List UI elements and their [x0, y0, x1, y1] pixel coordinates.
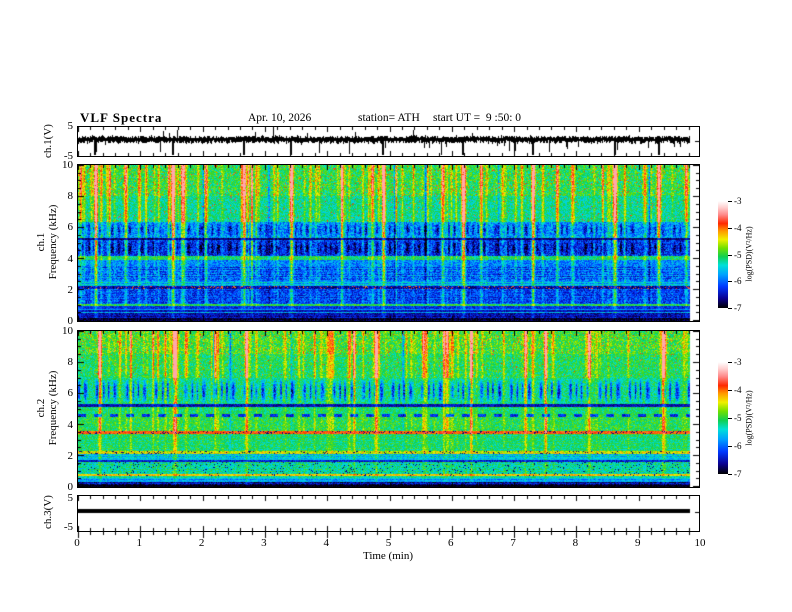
- x-tick-label: 8: [572, 537, 579, 549]
- panel-ch1-spectrogram: [77, 164, 700, 322]
- colorbar-tick-label: -7: [734, 469, 742, 479]
- x-tick-label: 9: [634, 537, 641, 549]
- s1-ytick-label: 8: [67, 190, 74, 203]
- colorbar-tick: [728, 308, 732, 309]
- axis-label-line: Frequency (kHz): [47, 204, 59, 280]
- colorbar-tick-label: -5: [734, 413, 742, 423]
- s1-ytick-label: 2: [67, 283, 74, 296]
- ch3-wave-ytick-label: 5: [67, 491, 74, 504]
- ch2-spectrogram-canvas: [78, 331, 699, 487]
- time-axis-label: Time (min): [362, 550, 413, 562]
- colorbar-tick-label: -3: [734, 196, 742, 206]
- colorbar-ch1: [718, 201, 728, 308]
- x-tick-label: 10: [694, 537, 706, 549]
- colorbar-tick-label: -4: [734, 385, 742, 395]
- colorbar-tick-label: -7: [734, 303, 742, 313]
- s1-ytick-label: 4: [67, 252, 74, 265]
- x-tick-label: 1: [136, 537, 143, 549]
- header-start-ut: start UT = 9 :50: 0: [433, 112, 522, 124]
- s2-ytick-label: 4: [67, 418, 74, 431]
- colorbar-tick: [728, 255, 732, 256]
- colorbar-tick: [728, 201, 732, 202]
- x-tick-label: 5: [385, 537, 392, 549]
- axis-label-line: ch.1: [35, 232, 47, 252]
- header-date: Apr. 10, 2026: [248, 112, 312, 124]
- x-tick-label: 0: [74, 537, 80, 549]
- ch1-wave-ytick-label: 5: [67, 120, 74, 132]
- colorbar-ch2-label: log(PSD)(V²/Hz): [744, 390, 754, 446]
- colorbar-tick-label: -3: [734, 357, 742, 367]
- ch1-waveform-canvas: [78, 127, 699, 156]
- s2-ytick-label: 8: [67, 356, 74, 369]
- colorbar-tick: [728, 362, 732, 363]
- colorbar-tick-label: -4: [734, 223, 742, 233]
- header-station: station= ATH: [358, 112, 420, 124]
- x-tick-label: 2: [198, 537, 205, 549]
- panel-ch2-spectrogram: [77, 330, 700, 488]
- ch1-frequency-axis-label: ch.1 Frequency (kHz): [35, 205, 59, 280]
- colorbar-tick-label: -5: [734, 250, 742, 260]
- colorbar-tick: [728, 228, 732, 229]
- s2-ytick-label: 6: [67, 387, 74, 400]
- s1-ytick-label: 10: [62, 159, 73, 171]
- ch2-frequency-axis-label: ch.2 Frequency (kHz): [35, 371, 59, 446]
- x-tick-label: 6: [448, 537, 454, 549]
- s2-ytick-label: 2: [67, 449, 74, 462]
- x-tick-label: 4: [323, 537, 329, 549]
- colorbar-ch1-label: log(PSD)(V²/Hz): [744, 226, 754, 282]
- ch3-waveform-canvas: [78, 496, 699, 531]
- panel-ch3-waveform: [77, 495, 700, 532]
- x-tick-label: 3: [261, 537, 267, 549]
- colorbar-tick-label: -6: [734, 441, 742, 451]
- colorbar-tick: [728, 418, 732, 419]
- colorbar-tick: [728, 281, 732, 282]
- axis-label-line: ch.2: [35, 398, 47, 418]
- ch3-wave-ytick-label: -5: [63, 521, 73, 534]
- page-title: VLF Spectra: [80, 110, 163, 125]
- colorbar-ch2: [718, 362, 728, 474]
- x-tick-label: 7: [510, 537, 516, 549]
- vlf-spectra-plot: VLF Spectra Apr. 10, 2026 station= ATH s…: [0, 0, 792, 612]
- colorbar-tick-label: -6: [734, 276, 742, 286]
- axis-label-line: Frequency (kHz): [47, 370, 59, 446]
- ch1-spectrogram-canvas: [78, 165, 699, 321]
- panel-ch1-waveform: [77, 126, 700, 157]
- s2-ytick-label: 10: [62, 325, 73, 337]
- colorbar-tick: [728, 446, 732, 447]
- s1-ytick-label: 6: [67, 221, 74, 234]
- colorbar-tick: [728, 474, 732, 475]
- colorbar-tick: [728, 390, 732, 391]
